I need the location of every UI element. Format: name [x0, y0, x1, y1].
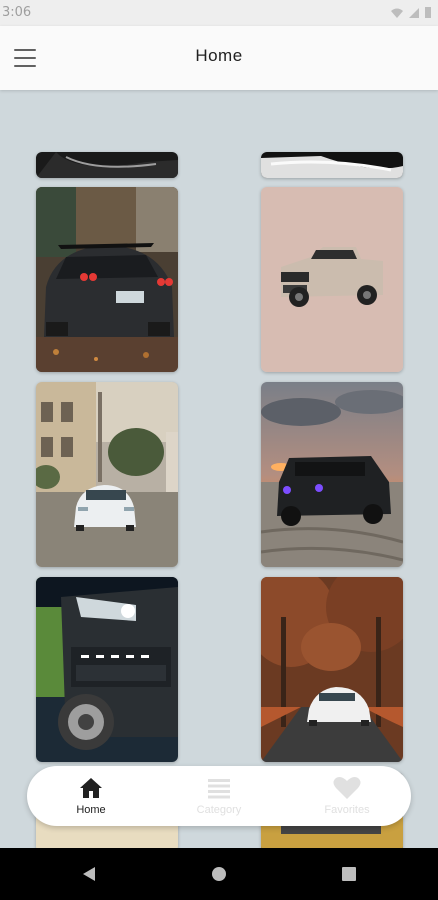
page-title: Home: [195, 46, 243, 65]
system-navigation-bar: [0, 848, 438, 900]
signal-icon: [408, 7, 420, 22]
battery-icon: [424, 6, 432, 22]
recents-icon[interactable]: [341, 866, 357, 887]
wallpaper-card[interactable]: [261, 382, 403, 567]
status-icons: [390, 6, 432, 22]
status-bar: 3:06: [0, 0, 438, 26]
wallpaper-card-partial[interactable]: [36, 152, 178, 178]
back-icon[interactable]: [81, 866, 97, 887]
nav-label: Favorites: [324, 804, 370, 816]
wallpaper-grid[interactable]: [0, 90, 438, 848]
heart-icon: [333, 775, 361, 801]
wallpaper-card[interactable]: [36, 577, 178, 762]
home-circle-icon[interactable]: [211, 866, 227, 887]
nav-label: Home: [76, 804, 106, 816]
category-icon: [205, 775, 233, 801]
nav-category[interactable]: Category: [155, 766, 283, 826]
nav-label: Category: [196, 804, 242, 816]
app-bar: Home: [0, 26, 438, 90]
wallpaper-card-partial[interactable]: [261, 152, 403, 178]
wifi-icon: [390, 7, 404, 22]
wallpaper-card[interactable]: [36, 382, 178, 567]
home-icon: [77, 775, 105, 801]
nav-favorites[interactable]: Favorites: [283, 766, 411, 826]
wallpaper-card[interactable]: [261, 187, 403, 372]
wallpaper-card[interactable]: [36, 187, 178, 372]
nav-home[interactable]: Home: [27, 766, 155, 826]
wallpaper-card[interactable]: [261, 577, 403, 762]
status-time: 3:06: [2, 5, 32, 20]
bottom-navigation: Home Category Favorites: [27, 766, 411, 826]
